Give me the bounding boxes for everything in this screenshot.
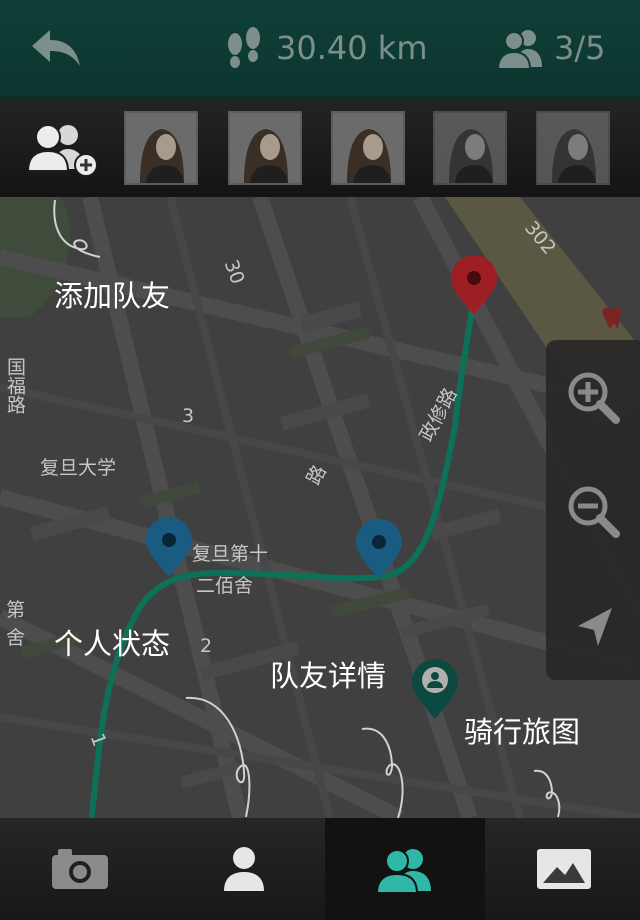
camera-icon [52, 849, 108, 889]
annotation-personal-status: 个人状态 [54, 627, 171, 661]
map-label-school-bottom: 二佰舍 [196, 575, 254, 597]
team-icon [496, 30, 542, 69]
team-count-value: 3/5 [554, 29, 606, 67]
navigation-arrow-icon [578, 608, 612, 646]
teammate-strip [0, 99, 640, 197]
map-label-di: 第 [6, 599, 26, 621]
zoom-out-button[interactable] [564, 482, 626, 544]
zoom-in-icon [568, 372, 620, 424]
tab-teammate-details[interactable] [325, 818, 485, 920]
map-controls [546, 340, 640, 680]
team-count-display: 3/5 [496, 26, 606, 70]
add-teammate-button[interactable] [22, 117, 108, 181]
map-label-guofu: 国福路 [4, 357, 26, 414]
back-button[interactable] [28, 26, 84, 70]
add-teammate-icon [26, 124, 98, 177]
annotation-riding-map: 骑行旅图 [464, 715, 581, 749]
map-label-n3: 3 [182, 405, 195, 427]
map-view[interactable]: 复旦大学 复旦第十 二佰舍 政修路 路 国福路 第 舍 30 3 2 1 302… [0, 197, 640, 818]
teammate-avatar-4[interactable] [433, 111, 507, 185]
team-icon [375, 849, 431, 893]
distance-value: 30.40 km [276, 29, 428, 67]
map-label-school-top: 复旦第十 [192, 543, 269, 565]
person-icon [224, 847, 264, 891]
locate-me-button[interactable] [564, 598, 626, 660]
back-arrow-icon [32, 30, 80, 66]
distance-display: 30.40 km [222, 26, 427, 70]
teammate-avatar-2[interactable] [228, 111, 302, 185]
teammate-avatar-3[interactable] [331, 111, 405, 185]
teammate-avatar-5[interactable] [536, 111, 610, 185]
map-label-n2: 2 [200, 635, 213, 657]
bottom-tab-bar [0, 818, 640, 920]
map-label-she: 舍 [6, 627, 26, 649]
tab-camera[interactable] [0, 818, 160, 920]
tab-riding-map[interactable] [484, 818, 640, 920]
zoom-in-button[interactable] [564, 368, 626, 430]
top-header: 30.40 km 3/5 [0, 0, 640, 99]
zoom-out-icon [568, 486, 620, 538]
landscape-image-icon [537, 849, 591, 889]
annotation-add-teammate: 添加队友 [54, 279, 171, 313]
tab-personal-status[interactable] [164, 818, 324, 920]
teammate-avatar-1[interactable] [124, 111, 198, 185]
map-label-fudan: 复旦大学 [40, 457, 117, 479]
annotation-teammate-details: 队友详情 [270, 659, 387, 693]
footprints-icon [228, 27, 260, 68]
